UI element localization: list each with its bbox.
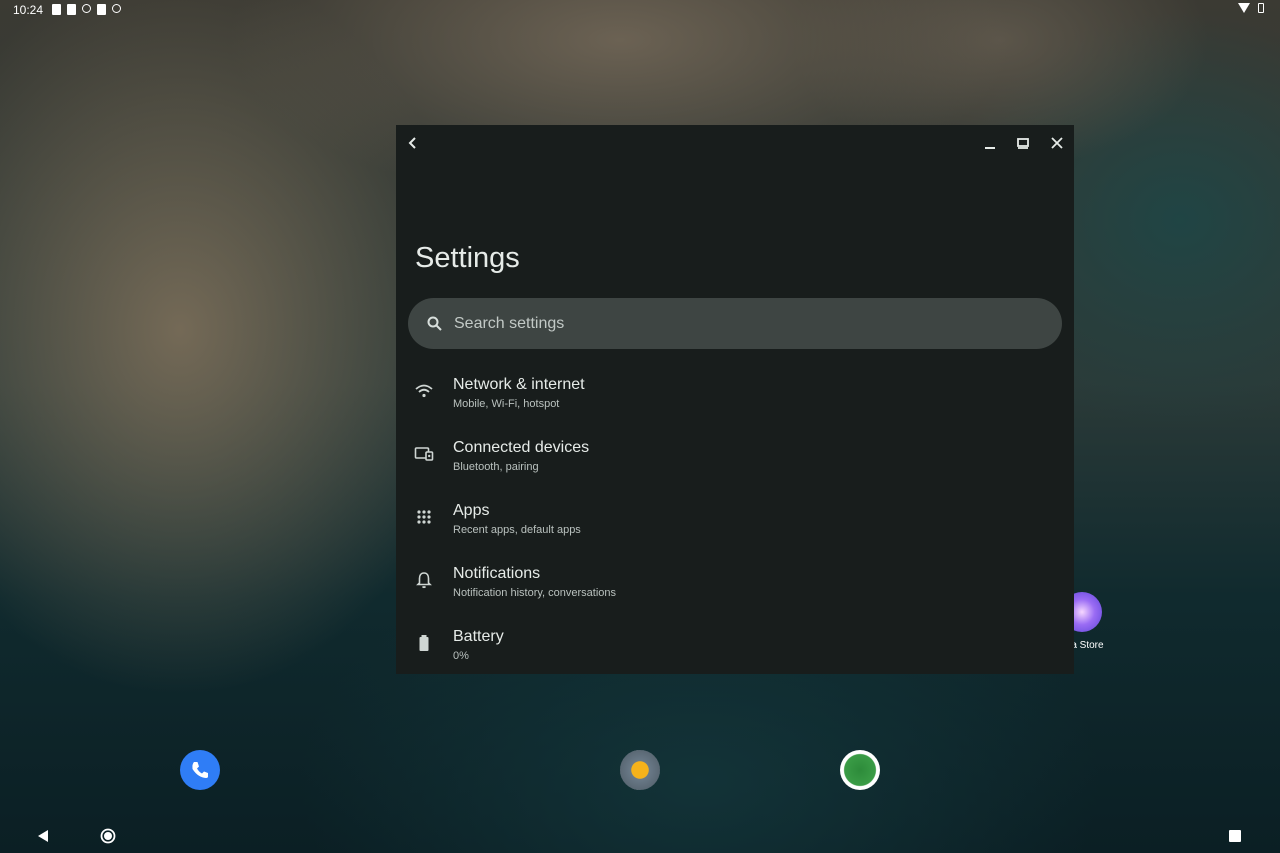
sd-card-icon [97, 4, 106, 15]
maximize-button[interactable] [1012, 132, 1034, 154]
settings-item-subtitle: Mobile, Wi‑Fi, hotspot [453, 398, 560, 410]
settings-item-network[interactable]: Network & internet Mobile, Wi‑Fi, hotspo… [396, 365, 1074, 428]
battery-status-icon [1258, 3, 1264, 13]
wifi-icon [415, 384, 433, 398]
status-system-icons [1238, 3, 1264, 13]
settings-item-apps[interactable]: Apps Recent apps, default apps [396, 491, 1074, 554]
phone-app-icon[interactable] [180, 750, 220, 790]
settings-item-connected-devices[interactable]: Connected devices Bluetooth, pairing [396, 428, 1074, 491]
settings-item-subtitle: Notification history, conversations [453, 587, 617, 599]
chameleon-app-icon[interactable] [840, 750, 880, 790]
close-button[interactable] [1046, 132, 1068, 154]
settings-item-title: Battery [453, 628, 504, 645]
navigation-bar [0, 820, 1280, 853]
settings-item-title: Connected devices [453, 439, 590, 456]
settings-item-title: Notifications [453, 565, 541, 582]
settings-item-subtitle: Recent apps, default apps [453, 524, 581, 536]
search-placeholder: Search settings [454, 314, 565, 332]
sync-off-icon [82, 4, 91, 13]
back-nav-icon[interactable] [36, 829, 50, 843]
wifi-status-icon [1238, 3, 1250, 13]
phone-icon [192, 762, 208, 778]
status-bar: 10:24 [0, 0, 1280, 20]
keyboard-icon [67, 4, 76, 15]
settings-item-subtitle: Bluetooth, pairing [453, 461, 539, 473]
search-icon [427, 316, 442, 331]
page-title: Settings [415, 242, 520, 274]
launcher-app-icon[interactable] [620, 750, 660, 790]
settings-item-title: Apps [453, 502, 490, 519]
search-settings-bar[interactable]: Search settings [408, 298, 1062, 349]
home-nav-icon[interactable] [100, 828, 116, 844]
settings-window: Settings Search settings Network & inter… [396, 125, 1074, 674]
location-icon [112, 4, 121, 13]
battery-icon [419, 635, 429, 651]
settings-item-subtitle: 0% [453, 650, 469, 662]
window-titlebar [396, 125, 1074, 159]
chevron-left-icon [408, 137, 416, 149]
sim-icon [52, 4, 61, 15]
back-button[interactable] [402, 132, 424, 154]
settings-item-title: Network & internet [453, 376, 585, 393]
bell-icon [416, 572, 432, 589]
settings-item-battery[interactable]: Battery 0% [396, 617, 1074, 674]
minimize-icon [985, 147, 995, 149]
maximize-icon [1017, 138, 1029, 149]
devices-icon [414, 447, 434, 461]
status-time: 10:24 [13, 3, 44, 17]
status-notification-icons [52, 4, 121, 15]
minimize-button[interactable] [979, 132, 1001, 154]
settings-item-notifications[interactable]: Notifications Notification history, conv… [396, 554, 1074, 617]
recents-nav-icon[interactable] [1229, 830, 1241, 842]
close-icon [1051, 137, 1063, 149]
apps-grid-icon [417, 510, 431, 524]
